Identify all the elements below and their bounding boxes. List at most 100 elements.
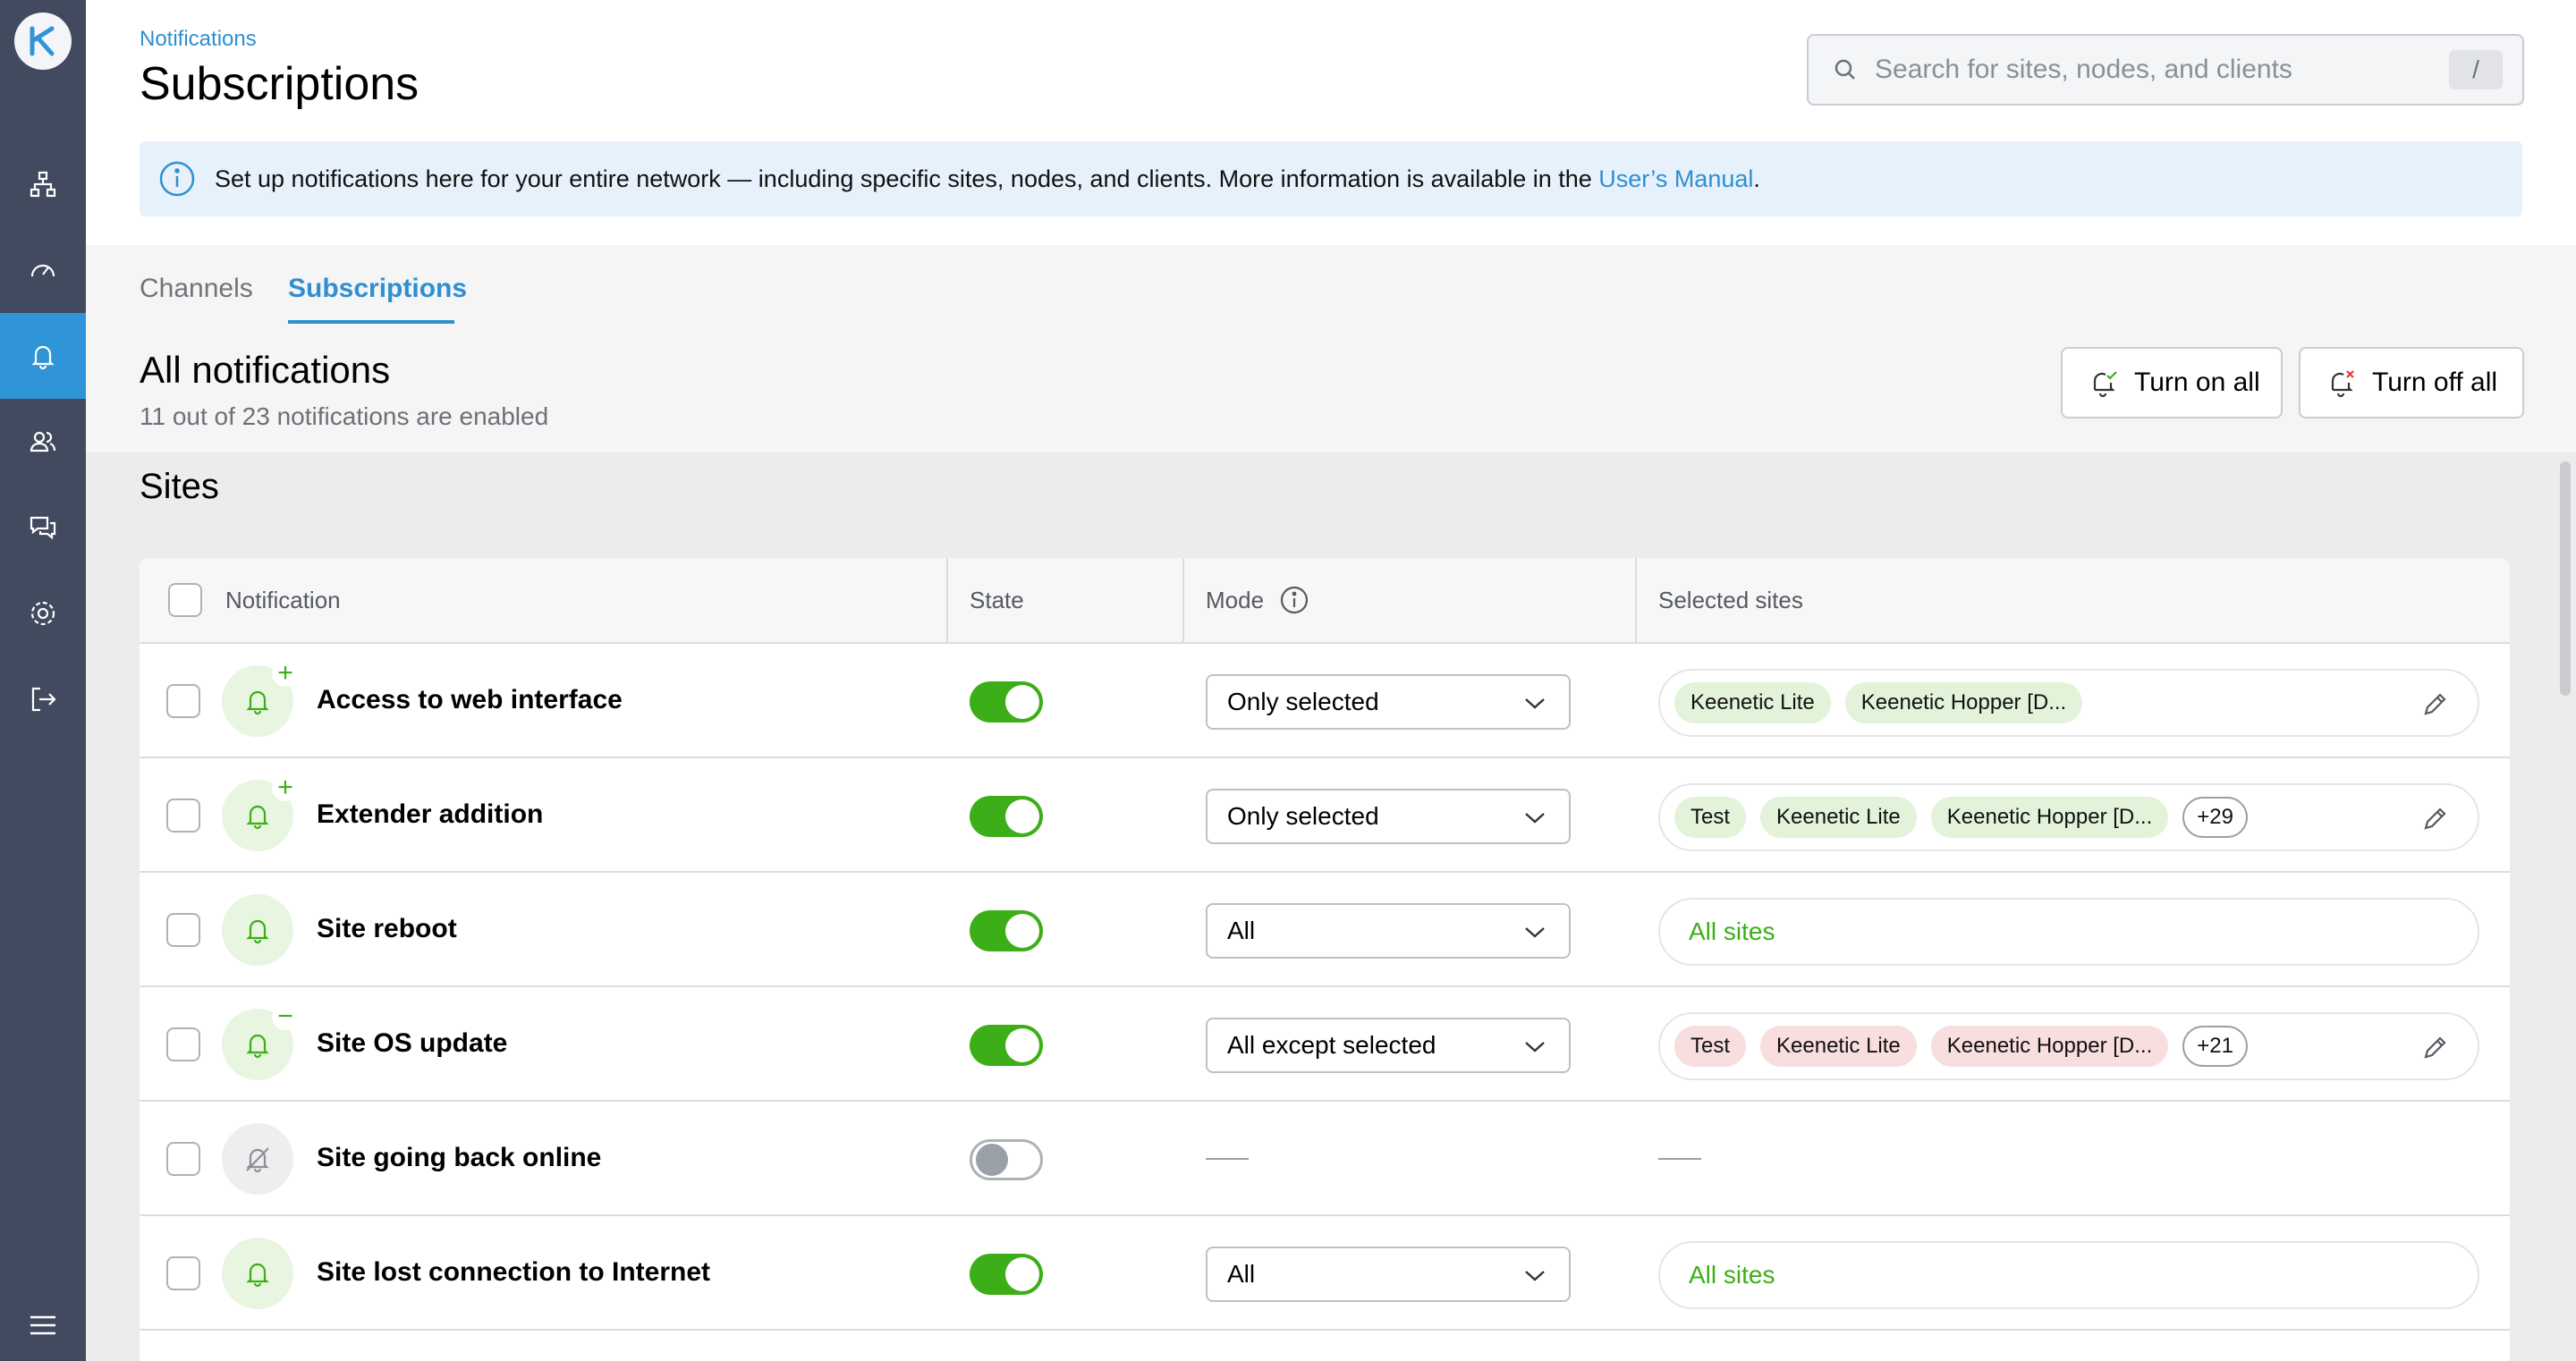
turn-on-all-button[interactable]: Turn on all xyxy=(2061,347,2283,418)
state-toggle[interactable] xyxy=(970,1025,1043,1066)
state-toggle[interactable] xyxy=(970,796,1043,837)
bell-cross-icon xyxy=(2331,370,2354,398)
state-toggle[interactable] xyxy=(970,910,1043,951)
more-sites-chip[interactable]: +21 xyxy=(2182,1026,2248,1067)
all-sites-label: All sites xyxy=(1689,1261,1775,1289)
selected-sites-field[interactable]: All sites xyxy=(1658,898,2479,966)
site-chip: Test xyxy=(1674,1026,1747,1067)
nav-users[interactable] xyxy=(0,399,86,485)
tab-channels[interactable]: Channels xyxy=(140,274,253,304)
column-divider xyxy=(1182,558,1184,644)
users-icon xyxy=(30,431,56,452)
plus-badge-icon: + xyxy=(272,660,299,687)
selected-sites-field[interactable]: Test Keenetic Lite Keenetic Hopper [D... +2… xyxy=(1658,1012,2479,1080)
mode-select[interactable]: Only selected xyxy=(1206,789,1571,844)
notification-name: Site lost connection to Internet xyxy=(317,1257,711,1287)
col-state: State xyxy=(970,587,1024,613)
site-chip: Keenetic Hopper [D... xyxy=(1930,1026,2169,1067)
chevron-down-icon xyxy=(1525,1271,1545,1281)
sites-table: Notification State Mode Selected sites +… xyxy=(140,558,2510,1361)
row-checkbox[interactable] xyxy=(166,1142,200,1176)
chevron-down-icon xyxy=(1525,1042,1545,1052)
turn-off-all-button[interactable]: Turn off all xyxy=(2299,347,2524,418)
chevron-down-icon xyxy=(1525,813,1545,824)
nav-logout[interactable] xyxy=(0,656,86,742)
scrollbar[interactable] xyxy=(2560,461,2571,696)
breadcrumb[interactable]: Notifications xyxy=(140,27,257,52)
nav-notifications[interactable] xyxy=(0,313,86,399)
bell-icon xyxy=(246,690,269,715)
column-divider xyxy=(946,558,948,644)
search-input[interactable]: Search for sites, nodes, and clients / xyxy=(1807,34,2524,106)
nav-settings[interactable] xyxy=(0,571,86,656)
section-title: All notifications xyxy=(140,349,391,391)
col-selected-sites: Selected sites xyxy=(1658,587,1803,613)
selected-sites-field[interactable]: Keenetic Lite Keenetic Hopper [D... xyxy=(1658,669,2479,737)
mode-select[interactable]: Only selected xyxy=(1206,674,1571,730)
edit-icon[interactable] xyxy=(2420,690,2449,719)
table-row: + Extender addition Only selected Test Keene… xyxy=(140,758,2510,873)
bell-icon xyxy=(31,345,55,370)
bell-icon xyxy=(246,1034,269,1059)
edit-icon[interactable] xyxy=(2420,805,2449,833)
minus-badge-icon: − xyxy=(272,1003,299,1030)
row-checkbox[interactable] xyxy=(166,1027,200,1061)
state-toggle[interactable] xyxy=(970,681,1043,723)
col-notification: Notification xyxy=(225,587,341,613)
notification-icon xyxy=(222,894,293,966)
keenetic-logo[interactable] xyxy=(14,13,72,70)
mode-info-icon[interactable] xyxy=(1279,585,1309,615)
table-row: + Access to web interface Only selected Kee… xyxy=(140,644,2510,758)
mode-select[interactable]: All except selected xyxy=(1206,1018,1571,1073)
gear-icon xyxy=(30,601,55,626)
table-header: Notification State Mode Selected sites xyxy=(140,558,2510,644)
select-all-checkbox[interactable] xyxy=(168,583,202,617)
info-icon xyxy=(159,161,195,197)
site-chip: Keenetic Hopper [D... xyxy=(1844,682,2083,723)
sidebar xyxy=(0,0,86,1361)
table-row: Site lost connection to Internet All All s… xyxy=(140,1216,2510,1331)
row-checkbox[interactable] xyxy=(166,1256,200,1290)
search-icon xyxy=(1835,59,1855,80)
mode-select[interactable]: All xyxy=(1206,1247,1571,1302)
nav-dashboard[interactable] xyxy=(0,227,86,313)
bell-icon xyxy=(246,1263,269,1288)
menu-icon xyxy=(30,1315,55,1335)
search-shortcut-key: / xyxy=(2449,50,2503,89)
dashboard-gauge-icon xyxy=(30,264,55,277)
row-checkbox[interactable] xyxy=(166,913,200,947)
nav-network[interactable] xyxy=(0,141,86,227)
notification-icon xyxy=(222,1123,293,1195)
col-mode: Mode xyxy=(1206,587,1265,613)
logout-icon xyxy=(31,687,56,712)
bell-icon xyxy=(246,919,269,944)
state-toggle[interactable] xyxy=(970,1139,1043,1180)
site-chip: Keenetic Lite xyxy=(1760,797,1917,838)
nav-menu-toggle[interactable] xyxy=(0,1282,86,1361)
plus-badge-icon: + xyxy=(272,774,299,801)
site-chip: Test xyxy=(1674,797,1747,838)
mode-select[interactable]: All xyxy=(1206,903,1571,959)
bell-icon xyxy=(246,805,269,830)
more-sites-chip[interactable]: +29 xyxy=(2182,797,2248,838)
sites-empty-dash xyxy=(1658,1158,1701,1160)
users-manual-link[interactable]: User’s Manual xyxy=(1598,165,1753,192)
site-chip: Keenetic Hopper [D... xyxy=(1930,797,2169,838)
active-tab-indicator xyxy=(288,320,454,324)
edit-icon[interactable] xyxy=(2420,1034,2449,1062)
chat-icon xyxy=(30,516,56,540)
selected-sites-field[interactable]: All sites xyxy=(1658,1241,2479,1309)
banner-text: Set up notifications here for your entir… xyxy=(215,165,1760,192)
table-row: Site going back online xyxy=(140,1102,2510,1216)
nav-messages[interactable] xyxy=(0,485,86,571)
tab-subscriptions[interactable]: Subscriptions xyxy=(288,274,467,304)
notification-name: Extender addition xyxy=(317,799,544,829)
column-divider xyxy=(1635,558,1637,644)
state-toggle[interactable] xyxy=(970,1254,1043,1295)
selected-sites-field[interactable]: Test Keenetic Lite Keenetic Hopper [D... +2… xyxy=(1658,783,2479,851)
table-row: − Site OS update All except selected Test Ke… xyxy=(140,987,2510,1102)
notification-name: Access to web interface xyxy=(317,685,623,714)
row-checkbox[interactable] xyxy=(166,799,200,833)
all-sites-label: All sites xyxy=(1689,917,1775,945)
row-checkbox[interactable] xyxy=(166,684,200,718)
